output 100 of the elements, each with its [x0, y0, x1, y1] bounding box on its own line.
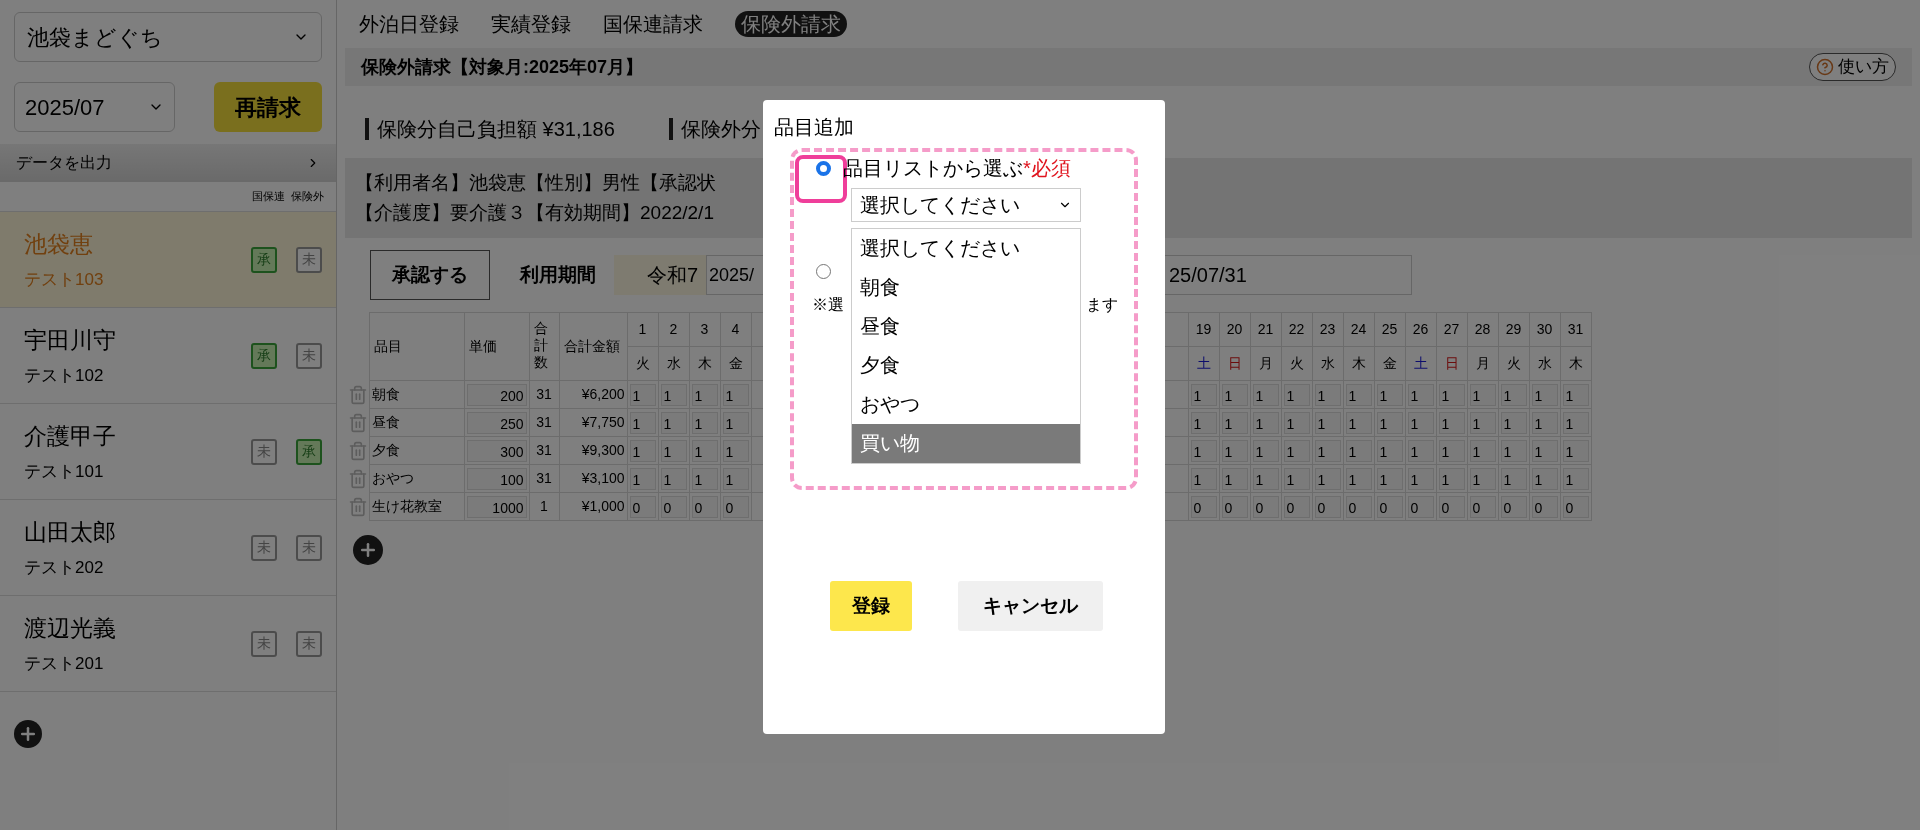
- day-value-field[interactable]: 1: [1190, 411, 1217, 434]
- day-value-field[interactable]: 0: [1407, 495, 1434, 518]
- day-value-field[interactable]: 1: [1376, 439, 1403, 462]
- day-value-field[interactable]: 0: [1221, 495, 1248, 518]
- day-value-field[interactable]: 0: [1500, 495, 1527, 518]
- day-value-field[interactable]: 1: [1562, 411, 1589, 434]
- day-value-field[interactable]: 1: [1469, 467, 1496, 490]
- dropdown-option[interactable]: 選択してください: [852, 229, 1080, 268]
- day-value-field[interactable]: 1: [1283, 383, 1310, 406]
- day-value-field[interactable]: 1: [1469, 411, 1496, 434]
- day-value-field[interactable]: 1: [1283, 439, 1310, 462]
- dropdown-option[interactable]: おやつ: [852, 385, 1080, 424]
- day-value-field[interactable]: 1: [1438, 467, 1465, 490]
- dropdown-option[interactable]: 買い物: [852, 424, 1080, 463]
- day-value-field[interactable]: 0: [1376, 495, 1403, 518]
- rebill-button[interactable]: 再請求: [214, 82, 322, 132]
- day-value-field[interactable]: 1: [629, 467, 656, 490]
- day-value-field[interactable]: 1: [1407, 439, 1434, 462]
- day-value-field[interactable]: 1: [722, 439, 749, 462]
- day-value-field[interactable]: 1: [1562, 467, 1589, 490]
- user-list-item[interactable]: 池袋恵 テスト103 承 未: [0, 212, 336, 308]
- day-value-field[interactable]: 1: [1190, 439, 1217, 462]
- day-value-field[interactable]: 0: [1345, 495, 1372, 518]
- day-value-field[interactable]: 1: [1314, 411, 1341, 434]
- add-user-button[interactable]: [14, 720, 42, 748]
- day-value-field[interactable]: 1: [722, 383, 749, 406]
- price-field[interactable]: 250: [466, 411, 527, 434]
- facility-select[interactable]: 池袋まどぐち: [14, 12, 322, 62]
- tab[interactable]: 実績登録: [491, 11, 571, 37]
- day-value-field[interactable]: 1: [1345, 467, 1372, 490]
- day-value-field[interactable]: 1: [1531, 411, 1558, 434]
- day-value-field[interactable]: 1: [1252, 439, 1279, 462]
- item-select[interactable]: 選択してください: [851, 188, 1081, 222]
- day-value-field[interactable]: 1: [1221, 467, 1248, 490]
- cancel-button[interactable]: キャンセル: [958, 581, 1103, 631]
- day-value-field[interactable]: 1: [1252, 383, 1279, 406]
- tab[interactable]: 国保連請求: [603, 11, 703, 37]
- trash-icon[interactable]: [347, 469, 368, 490]
- day-value-field[interactable]: 0: [1469, 495, 1496, 518]
- day-value-field[interactable]: 0: [1314, 495, 1341, 518]
- day-value-field[interactable]: 0: [1252, 495, 1279, 518]
- day-value-field[interactable]: 0: [691, 495, 718, 518]
- day-value-field[interactable]: 1: [1500, 439, 1527, 462]
- dropdown-option[interactable]: 夕食: [852, 346, 1080, 385]
- day-value-field[interactable]: 0: [1562, 495, 1589, 518]
- day-value-field[interactable]: 1: [1469, 383, 1496, 406]
- radio-button[interactable]: [816, 264, 831, 279]
- day-value-field[interactable]: 1: [722, 411, 749, 434]
- day-value-field[interactable]: 1: [1500, 467, 1527, 490]
- day-value-field[interactable]: 1: [1469, 439, 1496, 462]
- end-date-field[interactable]: 25/07/31: [1162, 255, 1412, 295]
- day-value-field[interactable]: 1: [1438, 439, 1465, 462]
- add-row-button[interactable]: [353, 535, 383, 565]
- day-value-field[interactable]: 1: [629, 383, 656, 406]
- day-value-field[interactable]: 1: [1376, 383, 1403, 406]
- tab[interactable]: 保険外請求: [735, 11, 847, 37]
- day-value-field[interactable]: 1: [1345, 439, 1372, 462]
- day-value-field[interactable]: 1: [629, 411, 656, 434]
- day-value-field[interactable]: 0: [1283, 495, 1310, 518]
- day-value-field[interactable]: 1: [1283, 411, 1310, 434]
- day-value-field[interactable]: 1: [1531, 383, 1558, 406]
- day-value-field[interactable]: 1: [1252, 411, 1279, 434]
- day-value-field[interactable]: 1: [1314, 439, 1341, 462]
- day-value-field[interactable]: 1: [691, 467, 718, 490]
- dropdown-option[interactable]: 朝食: [852, 268, 1080, 307]
- price-field[interactable]: 300: [466, 439, 527, 462]
- day-value-field[interactable]: 1: [1190, 383, 1217, 406]
- radio-button[interactable]: [816, 160, 831, 176]
- tab[interactable]: 外泊日登録: [359, 11, 459, 37]
- day-value-field[interactable]: 1: [1531, 467, 1558, 490]
- day-value-field[interactable]: 1: [1500, 383, 1527, 406]
- day-value-field[interactable]: 1: [691, 439, 718, 462]
- day-value-field[interactable]: 1: [1407, 467, 1434, 490]
- day-value-field[interactable]: 1: [1438, 383, 1465, 406]
- day-value-field[interactable]: 1: [1221, 411, 1248, 434]
- day-value-field[interactable]: 1: [1407, 383, 1434, 406]
- day-value-field[interactable]: 0: [629, 495, 656, 518]
- day-value-field[interactable]: 0: [722, 495, 749, 518]
- day-value-field[interactable]: 1: [1314, 467, 1341, 490]
- dropdown-option[interactable]: 昼食: [852, 307, 1080, 346]
- day-value-field[interactable]: 1: [660, 439, 687, 462]
- day-value-field[interactable]: 0: [1438, 495, 1465, 518]
- help-button[interactable]: 使い方: [1809, 53, 1896, 81]
- export-bar[interactable]: データを出力: [0, 144, 336, 182]
- day-value-field[interactable]: 1: [1562, 439, 1589, 462]
- day-value-field[interactable]: 1: [1345, 411, 1372, 434]
- day-value-field[interactable]: 1: [1252, 467, 1279, 490]
- trash-icon[interactable]: [347, 497, 368, 518]
- day-value-field[interactable]: 1: [1562, 383, 1589, 406]
- day-value-field[interactable]: 1: [1314, 383, 1341, 406]
- day-value-field[interactable]: 1: [691, 411, 718, 434]
- day-value-field[interactable]: 1: [1221, 439, 1248, 462]
- day-value-field[interactable]: 1: [660, 383, 687, 406]
- month-select[interactable]: 2025/07: [14, 82, 175, 132]
- day-value-field[interactable]: 1: [1376, 411, 1403, 434]
- day-value-field[interactable]: 1: [1190, 467, 1217, 490]
- day-value-field[interactable]: 1: [660, 467, 687, 490]
- day-value-field[interactable]: 1: [722, 467, 749, 490]
- day-value-field[interactable]: 0: [660, 495, 687, 518]
- price-field[interactable]: 100: [466, 467, 527, 490]
